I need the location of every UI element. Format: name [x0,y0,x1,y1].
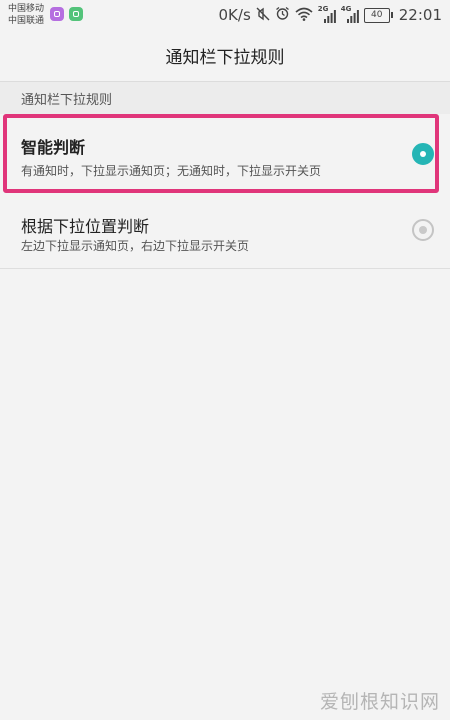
app-notification-icon [50,7,64,21]
clock: 22:01 [398,6,442,24]
signal-2g-icon: 2G [318,5,336,23]
option-title: 根据下拉位置判断 [21,217,150,236]
battery-icon: 40 [363,7,393,23]
signal-4g-icon: 4G [341,5,359,23]
status-bar: 中国移动 中国联通 0K/s 2G 4G 40 22:01 [0,0,450,30]
option-smart-detect[interactable]: 智能判断 有通知时，下拉显示通知页；无通知时，下拉显示开关页 [0,114,450,192]
option-subtitle: 左边下拉显示通知页，右边下拉显示开关页 [21,239,250,253]
app-notification-icon [69,7,83,21]
option-position-detect[interactable]: 根据下拉位置判断 左边下拉显示通知页，右边下拉显示开关页 [0,191,450,269]
radio-unselected[interactable] [412,219,434,241]
option-subtitle: 有通知时，下拉显示通知页；无通知时，下拉显示开关页 [21,164,322,178]
carrier-1: 中国移动 [8,4,45,14]
page-title: 通知栏下拉规则 [0,30,450,82]
wifi-icon [295,7,313,24]
watermark: 爱刨根知识网 [319,691,440,713]
option-title: 智能判断 [21,138,86,157]
carrier-labels: 中国移动 中国联通 [8,3,44,27]
radio-selected[interactable] [412,143,434,165]
carrier-2: 中国联通 [8,16,45,26]
section-title: 通知栏下拉规则 [0,82,450,114]
status-indicators: 0K/s 2G 4G 40 22:01 [219,5,442,25]
alarm-icon [275,6,290,24]
mute-icon [256,7,270,24]
network-speed: 0K/s [218,6,251,24]
